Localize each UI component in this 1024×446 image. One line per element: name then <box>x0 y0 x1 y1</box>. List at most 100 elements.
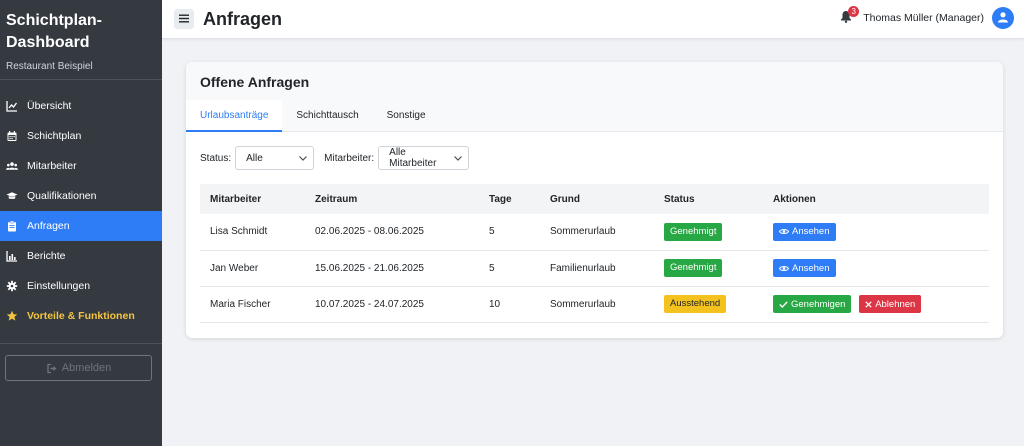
cell-employee: Maria Fischer <box>200 286 305 323</box>
brand-title-line2: Dashboard <box>6 34 90 51</box>
card-header: Offene Anfragen Urlaubsanträge Schichtta… <box>186 62 1003 132</box>
graduation-cap-icon <box>6 190 18 202</box>
status-badge: Genehmigt <box>664 259 723 277</box>
app-root: Schichtplan- Dashboard Restaurant Beispi… <box>0 0 1024 446</box>
cell-reason: Sommerurlaub <box>540 214 654 251</box>
star-icon <box>6 310 18 322</box>
status-badge: Genehmigt <box>664 222 723 241</box>
sidebar-item-label: Anfragen <box>27 220 70 232</box>
cell-period: 10.07.2025 - 24.07.2025 <box>305 286 479 323</box>
avatar[interactable] <box>992 7 1014 29</box>
cell-period: 02.06.2025 - 08.06.2025 <box>305 214 479 251</box>
notification-count-badge: 3 <box>848 6 860 17</box>
table-header-row: Mitarbeiter Zeitraum Tage Grund Status A… <box>200 184 989 214</box>
view-button[interactable]: Ansehen <box>773 222 836 241</box>
tab-schichttausch[interactable]: Schichttausch <box>282 100 372 132</box>
tabs: Urlaubsanträge Schichttausch Sonstige <box>186 100 440 132</box>
user-name: Thomas Müller (Manager) <box>863 12 984 24</box>
view-button-label: Ansehen <box>792 226 830 238</box>
cell-employee: Jan Weber <box>200 250 305 287</box>
notifications-button[interactable]: 3 <box>838 6 860 28</box>
tab-urlaubsantraege[interactable]: Urlaubsanträge <box>186 100 283 132</box>
sidebar-item-vorteile[interactable]: Vorteile & Funktionen <box>0 301 162 331</box>
requests-table: Mitarbeiter Zeitraum Tage Grund Status A… <box>200 184 989 323</box>
main-area: Anfragen 3 Thomas Müller (Manager) Offen… <box>162 0 1024 446</box>
status-filter-label: Status: <box>200 152 232 164</box>
topbar: Anfragen 3 Thomas Müller (Manager) <box>162 0 1024 39</box>
clipboard-icon <box>6 220 18 232</box>
column-header: Tage <box>479 184 540 214</box>
sidebar-item-label: Vorteile & Funktionen <box>27 310 135 322</box>
cell-days: 5 <box>479 214 540 251</box>
reject-button[interactable]: Ablehnen <box>859 295 922 313</box>
sidebar-item-berichte[interactable]: Berichte <box>0 241 162 271</box>
sign-out-icon <box>46 363 58 374</box>
cell-reason: Familienurlaub <box>540 250 654 287</box>
logout-button[interactable]: Abmelden <box>5 355 152 381</box>
cell-employee: Lisa Schmidt <box>200 214 305 251</box>
sidebar-item-anfragen[interactable]: Anfragen <box>0 211 162 241</box>
card-title: Offene Anfragen <box>200 74 310 90</box>
sidebar-divider <box>0 343 162 344</box>
sidebar-item-label: Mitarbeiter <box>27 160 77 172</box>
eye-icon <box>779 265 789 272</box>
sidebar-item-qualifikationen[interactable]: Qualifikationen <box>0 181 162 211</box>
status-filter-select[interactable]: Alle <box>235 146 315 170</box>
calendar-icon <box>6 130 18 142</box>
table-row: Lisa Schmidt 02.06.2025 - 08.06.2025 5 S… <box>200 214 989 251</box>
status-badge: Ausstehend <box>664 295 727 313</box>
table-row: Jan Weber 15.06.2025 - 21.06.2025 5 Fami… <box>200 250 989 287</box>
bar-chart-icon <box>6 250 18 262</box>
user-icon <box>997 11 1009 26</box>
view-button[interactable]: Ansehen <box>773 259 836 277</box>
column-header: Mitarbeiter <box>200 184 305 214</box>
menu-toggle-button[interactable] <box>174 9 194 29</box>
sidebar-nav: Übersicht Schichtplan Mitarbeiter Qualif… <box>0 91 162 331</box>
requests-card: Offene Anfragen Urlaubsanträge Schichtta… <box>186 62 1003 338</box>
chevron-down-icon <box>454 154 463 163</box>
column-header: Aktionen <box>763 184 989 214</box>
reject-button-label: Ablehnen <box>875 298 916 310</box>
cell-status: Genehmigt <box>654 250 763 287</box>
sidebar-item-mitarbeiter[interactable]: Mitarbeiter <box>0 151 162 181</box>
logout-label: Abmelden <box>61 362 112 374</box>
hamburger-icon <box>179 12 189 26</box>
chart-line-icon <box>6 100 18 112</box>
filters: Status: Alle Mitarbeiter: Alle Mitarbeit… <box>186 132 1003 170</box>
table-row: Maria Fischer 10.07.2025 - 24.07.2025 10… <box>200 286 989 323</box>
chevron-down-icon <box>299 154 308 163</box>
cell-status: Ausstehend <box>654 286 763 323</box>
sidebar-item-label: Berichte <box>27 250 66 262</box>
page-title: Anfragen <box>203 8 283 29</box>
column-header: Status <box>654 184 763 214</box>
sidebar-item-schichtplan[interactable]: Schichtplan <box>0 121 162 151</box>
approve-button[interactable]: Genehmigen <box>773 295 852 313</box>
tab-sonstige[interactable]: Sonstige <box>373 100 440 132</box>
eye-icon <box>779 228 789 235</box>
cell-days: 10 <box>479 286 540 323</box>
brand-subtitle: Restaurant Beispiel <box>6 61 93 72</box>
approve-button-label: Genehmigen <box>791 298 846 310</box>
employee-filter-label: Mitarbeiter: <box>324 152 375 164</box>
column-header: Grund <box>540 184 654 214</box>
gear-icon <box>6 280 18 292</box>
close-icon <box>865 300 872 308</box>
cell-actions: Ansehen <box>763 250 989 287</box>
content: Offene Anfragen Urlaubsanträge Schichtta… <box>162 39 1024 338</box>
cell-days: 5 <box>479 250 540 287</box>
sidebar-item-label: Qualifikationen <box>27 190 97 202</box>
employee-filter-value: Alle Mitarbeiter <box>389 147 437 169</box>
status-filter-value: Alle <box>246 152 263 164</box>
sidebar-item-uebersicht[interactable]: Übersicht <box>0 91 162 121</box>
sidebar-item-einstellungen[interactable]: Einstellungen <box>0 271 162 301</box>
view-button-label: Ansehen <box>792 262 830 274</box>
check-icon <box>779 300 788 308</box>
cell-actions: Genehmigen Ablehnen <box>763 286 989 323</box>
users-icon <box>6 160 18 172</box>
brand-title-line1: Schichtplan- <box>6 12 103 29</box>
cell-period: 15.06.2025 - 21.06.2025 <box>305 250 479 287</box>
sidebar-item-label: Schichtplan <box>27 130 82 142</box>
column-header: Zeitraum <box>305 184 479 214</box>
sidebar-item-label: Übersicht <box>27 100 72 112</box>
employee-filter-select[interactable]: Alle Mitarbeiter <box>378 146 470 170</box>
